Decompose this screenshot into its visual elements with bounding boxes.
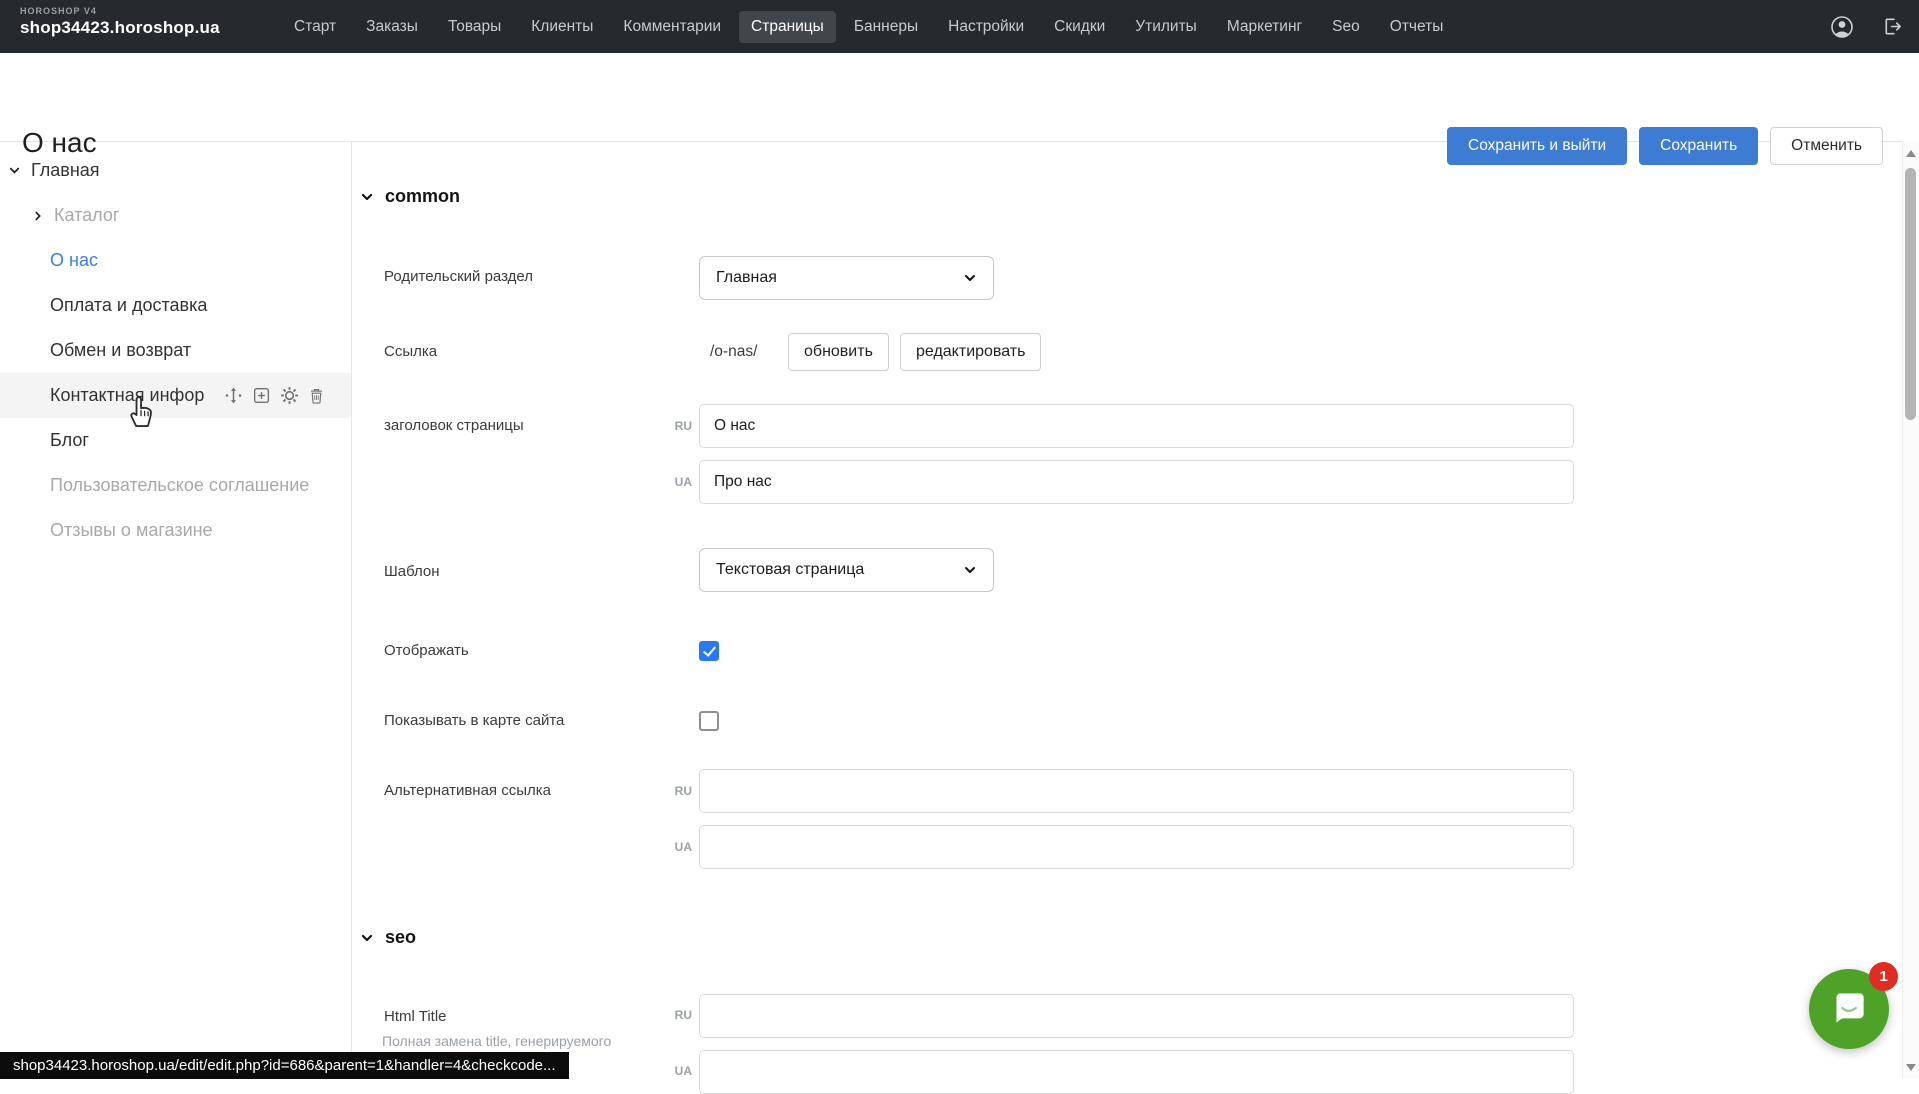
- nav-comments[interactable]: Комментарии: [611, 11, 733, 43]
- html-title-label: Html Title: [384, 1008, 447, 1025]
- alt-link-ua-input[interactable]: [699, 825, 1574, 869]
- chevron-down-icon: [360, 190, 374, 204]
- scroll-down-arrow-icon[interactable]: [1906, 1064, 1916, 1071]
- scroll-up-arrow-icon[interactable]: [1906, 150, 1916, 157]
- move-icon[interactable]: [224, 386, 243, 405]
- nav-settings[interactable]: Настройки: [936, 11, 1036, 43]
- parent-section-label: Родительский раздел: [384, 268, 533, 285]
- sidebar-item-label: Оплата и доставка: [50, 295, 207, 316]
- nav-products[interactable]: Товары: [436, 11, 513, 43]
- display-checkbox[interactable]: [699, 641, 719, 661]
- add-icon[interactable]: [252, 386, 271, 405]
- sidebar-item-label: Каталог: [54, 205, 119, 226]
- account-icon[interactable]: [1830, 15, 1854, 39]
- section-common[interactable]: common: [360, 186, 460, 207]
- logo-version: HOROSHOP V4: [20, 7, 220, 16]
- sidebar-item-kontaktnaya[interactable]: Контактная инфор: [0, 373, 351, 418]
- scrollbar-thumb[interactable]: [1905, 168, 1916, 420]
- sidebar-item-label: Обмен и возврат: [50, 340, 191, 361]
- sidebar-item-label: Блог: [50, 430, 89, 451]
- nav-discounts[interactable]: Скидки: [1042, 11, 1117, 43]
- logout-icon[interactable]: [1882, 16, 1903, 37]
- chevron-down-icon: [963, 563, 977, 577]
- lang-badge-ua: UA: [664, 475, 692, 489]
- sidebar-item-label: Пользовательское соглашение: [50, 475, 309, 496]
- sidebar-item-otzyvy[interactable]: Отзывы о магазине: [0, 508, 351, 553]
- nav-orders[interactable]: Заказы: [354, 11, 430, 43]
- nav-marketing[interactable]: Маркетинг: [1215, 11, 1314, 43]
- link-refresh-button[interactable]: обновить: [788, 333, 889, 371]
- nav-clients[interactable]: Клиенты: [519, 11, 605, 43]
- sidebar-item-label: Главная: [31, 160, 100, 181]
- link-label: Ссылка: [384, 343, 437, 360]
- sidebar-item-soglashenie[interactable]: Пользовательское соглашение: [0, 463, 351, 508]
- trash-icon[interactable]: [308, 387, 325, 405]
- topbar-icons: [1830, 0, 1903, 53]
- sidebar-item-katalog[interactable]: Каталог: [0, 193, 351, 238]
- logo[interactable]: HOROSHOP V4 shop34423.horoshop.ua: [20, 7, 220, 36]
- logo-domain: shop34423.horoshop.ua: [20, 19, 220, 36]
- nav-utilities[interactable]: Утилиты: [1123, 11, 1209, 43]
- html-title-hint: Полная замена title, генерируемого: [382, 1033, 611, 1049]
- template-label: Шаблон: [384, 563, 440, 580]
- page-title-label: заголовок страницы: [384, 417, 524, 434]
- nav-reports[interactable]: Отчеты: [1378, 11, 1456, 43]
- sidebar-item-obmen[interactable]: Обмен и возврат: [0, 328, 351, 373]
- sidebar-item-label: Отзывы о магазине: [50, 520, 213, 541]
- lang-badge-ru: RU: [664, 419, 692, 433]
- gear-icon[interactable]: [280, 386, 299, 405]
- html-title-ua-input[interactable]: [699, 1050, 1574, 1094]
- alt-link-ru-input[interactable]: [699, 769, 1574, 813]
- sidebar-item-actions: [224, 386, 325, 405]
- link-status-tooltip: shop34423.horoshop.ua/edit/edit.php?id=6…: [0, 1052, 569, 1079]
- cancel-button[interactable]: Отменить: [1770, 127, 1883, 165]
- sidebar-item-label: Контактная инфор: [50, 385, 204, 406]
- html-title-ru-input[interactable]: [699, 994, 1574, 1038]
- top-navigation: Старт Заказы Товары Клиенты Комментарии …: [282, 0, 1455, 53]
- save-button[interactable]: Сохранить: [1639, 127, 1758, 165]
- horoshop-admin-screen: { "topbar": { "logo_small": "HOROSHOP V4…: [0, 0, 1919, 1079]
- nav-banners[interactable]: Баннеры: [842, 11, 930, 43]
- sidebar-item-label: О нас: [50, 250, 98, 271]
- scrollbar[interactable]: [1902, 141, 1919, 1079]
- alt-link-label: Альтернативная ссылка: [384, 782, 551, 799]
- page-title-ru-input[interactable]: [699, 404, 1574, 448]
- page-title: О нас: [22, 127, 97, 159]
- sidebar-item-oplata[interactable]: Оплата и доставка: [0, 283, 351, 328]
- sidebar-item-o-nas[interactable]: О нас: [0, 238, 351, 283]
- display-label: Отображать: [384, 642, 469, 659]
- parent-section-select[interactable]: Главная: [699, 256, 994, 300]
- header-actions: Сохранить и выйти Сохранить Отменить: [1447, 127, 1883, 165]
- chevron-down-icon[interactable]: [8, 164, 21, 177]
- topbar: HOROSHOP V4 shop34423.horoshop.ua Старт …: [0, 0, 1919, 53]
- lang-badge-ua: UA: [664, 840, 692, 854]
- save-and-exit-button[interactable]: Сохранить и выйти: [1447, 127, 1627, 165]
- nav-seo[interactable]: Seo: [1320, 11, 1372, 43]
- section-seo[interactable]: seo: [360, 927, 416, 948]
- link-path-value: /o-nas/: [710, 343, 757, 361]
- nav-start[interactable]: Старт: [282, 11, 348, 43]
- chat-bubble-icon: [1826, 986, 1872, 1032]
- pages-tree-sidebar: Главная Каталог О нас Оплата и доставка …: [0, 141, 352, 1079]
- chat-unread-badge: 1: [1869, 962, 1898, 991]
- page-title-ua-input[interactable]: [699, 460, 1574, 504]
- sitemap-checkbox[interactable]: [699, 711, 719, 731]
- chevron-down-icon: [963, 271, 977, 285]
- chevron-right-icon[interactable]: [32, 210, 44, 222]
- chevron-down-icon: [360, 931, 374, 945]
- lang-badge-ua: UA: [664, 1064, 692, 1078]
- link-edit-button[interactable]: редактировать: [900, 333, 1041, 371]
- nav-pages[interactable]: Страницы: [739, 11, 836, 43]
- lang-badge-ru: RU: [664, 784, 692, 798]
- sitemap-label: Показывать в карте сайта: [384, 712, 564, 729]
- template-select[interactable]: Текстовая страница: [699, 548, 994, 592]
- lang-badge-ru: RU: [664, 1008, 692, 1022]
- sidebar-item-blog[interactable]: Блог: [0, 418, 351, 463]
- page-header: О нас Сохранить и выйти Сохранить Отмени…: [0, 53, 1919, 142]
